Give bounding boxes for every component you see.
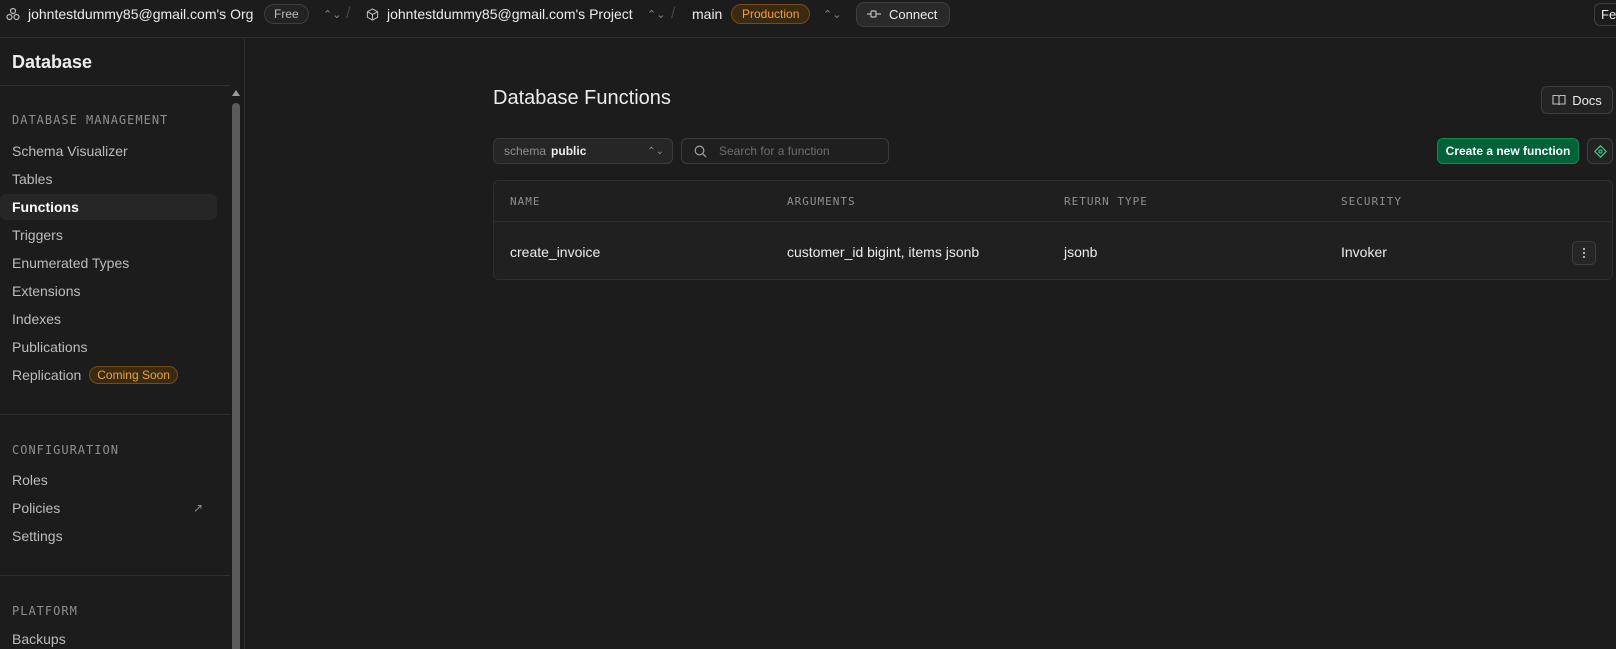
function-return-type: jsonb xyxy=(1064,244,1098,260)
docs-button[interactable]: Docs xyxy=(1541,86,1613,114)
scroll-up-arrow-icon[interactable] xyxy=(232,90,240,96)
top-bar: johntestdummy85@gmail.com's Org Free ⌃⌄ … xyxy=(0,0,1616,38)
org-plan-badge: Free xyxy=(264,0,309,28)
branch-switch-chevron-icon[interactable]: ⌃⌄ xyxy=(823,0,841,28)
org-icon xyxy=(6,7,20,21)
org-switch-chevron-icon[interactable]: ⌃⌄ xyxy=(323,0,341,28)
section-platform: PLATFORM xyxy=(12,604,78,618)
table-row[interactable]: create_invoice customer_id bigint, items… xyxy=(494,222,1612,279)
sidebar-item-replication[interactable]: Replication Coming Soon xyxy=(0,362,217,388)
scroll-thumb[interactable] xyxy=(232,103,240,649)
org-name[interactable]: johntestdummy85@gmail.com's Org xyxy=(28,6,253,22)
sidebar: Database DATABASE MANAGEMENT Schema Visu… xyxy=(0,38,245,649)
page-title: Database Functions xyxy=(493,87,671,109)
sidebar-item-label: Policies xyxy=(12,500,61,516)
book-icon xyxy=(1552,94,1566,106)
sidebar-scrollbar[interactable] xyxy=(231,88,241,649)
section-database-management: DATABASE MANAGEMENT xyxy=(12,113,169,127)
breadcrumb-slash: / xyxy=(346,5,351,22)
sidebar-item-schema-visualizer[interactable]: Schema Visualizer xyxy=(0,138,217,164)
divider xyxy=(0,414,230,415)
function-arguments: customer_id bigint, items jsonb xyxy=(787,244,980,260)
sidebar-item-functions[interactable]: Functions xyxy=(0,194,217,220)
sidebar-item-triggers[interactable]: Triggers xyxy=(0,222,217,248)
more-vertical-icon xyxy=(1582,247,1586,259)
functions-table: NAME ARGUMENTS RETURN TYPE SECURITY crea… xyxy=(493,180,1613,280)
chevron-updown-icon: ⌃⌄ xyxy=(647,145,664,157)
environment-badge: Production xyxy=(731,0,811,28)
coming-soon-badge: Coming Soon xyxy=(89,366,178,384)
connect-button-wrap: Connect xyxy=(856,0,951,28)
feedback-button[interactable]: Fe xyxy=(1594,0,1616,28)
sidebar-item-publications[interactable]: Publications xyxy=(0,334,217,360)
function-name: create_invoice xyxy=(510,244,601,260)
sidebar-item-settings[interactable]: Settings xyxy=(0,523,217,549)
org-selector[interactable]: johntestdummy85@gmail.com's Org xyxy=(6,0,253,28)
sidebar-item-backups[interactable]: Backups xyxy=(0,626,217,649)
column-header-arguments: ARGUMENTS xyxy=(787,195,856,208)
project-name[interactable]: johntestdummy85@gmail.com's Project xyxy=(387,6,633,22)
sidebar-item-enumerated-types[interactable]: Enumerated Types xyxy=(0,250,217,276)
sidebar-item-policies[interactable]: Policies ↗ xyxy=(0,495,217,521)
create-function-button[interactable]: Create a new function xyxy=(1437,138,1579,164)
row-actions-button[interactable] xyxy=(1572,241,1596,265)
sidebar-item-tables[interactable]: Tables xyxy=(0,166,217,192)
sidebar-item-indexes[interactable]: Indexes xyxy=(0,306,217,332)
sidebar-title: Database xyxy=(12,52,93,72)
ai-assistant-button[interactable] xyxy=(1587,138,1613,164)
external-link-icon: ↗ xyxy=(192,501,203,515)
sidebar-item-label: Replication xyxy=(12,367,82,383)
divider xyxy=(0,575,230,576)
schema-value: public xyxy=(551,144,587,158)
diamond-icon xyxy=(1593,144,1607,158)
breadcrumb-slash: / xyxy=(671,5,676,22)
sidebar-item-roles[interactable]: Roles xyxy=(0,467,217,493)
divider xyxy=(0,85,230,86)
function-security: Invoker xyxy=(1341,244,1387,260)
column-header-name: NAME xyxy=(510,195,541,208)
project-switch-chevron-icon[interactable]: ⌃⌄ xyxy=(647,0,665,28)
search-icon xyxy=(694,145,707,158)
section-configuration: CONFIGURATION xyxy=(12,443,119,457)
column-header-security: SECURITY xyxy=(1341,195,1402,208)
plug-icon xyxy=(867,9,881,19)
schema-select[interactable]: schema public ⌃⌄ xyxy=(493,138,673,164)
cube-icon xyxy=(366,7,379,21)
project-selector[interactable]: johntestdummy85@gmail.com's Project xyxy=(366,0,633,28)
search-input[interactable] xyxy=(719,144,879,158)
sidebar-item-extensions[interactable]: Extensions xyxy=(0,278,217,304)
table-header: NAME ARGUMENTS RETURN TYPE SECURITY xyxy=(494,181,1612,222)
branch-name[interactable]: main xyxy=(692,0,722,28)
column-header-return-type: RETURN TYPE xyxy=(1064,195,1148,208)
function-search[interactable] xyxy=(681,138,889,164)
schema-label: schema xyxy=(504,144,547,158)
connect-button[interactable]: Connect xyxy=(856,1,951,27)
